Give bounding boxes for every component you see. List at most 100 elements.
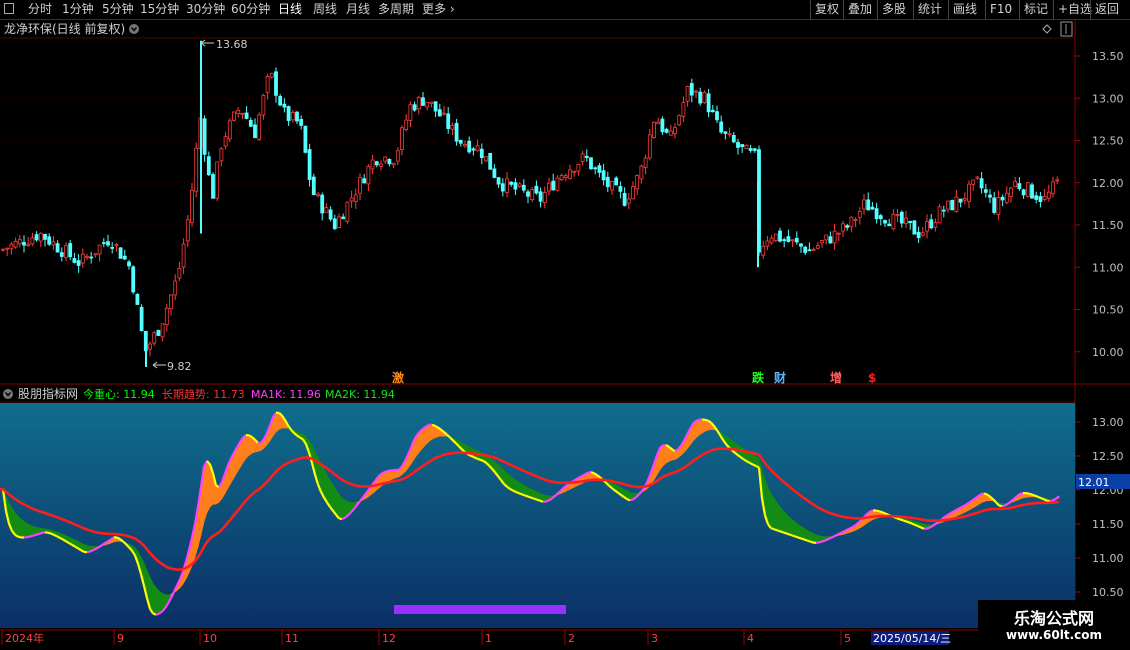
ma1k-segment (95, 546, 100, 550)
candle-body (538, 191, 543, 202)
candle-body (769, 237, 774, 244)
ma1k-segment (92, 547, 97, 552)
ma1k-segment (839, 530, 844, 535)
candle-body (727, 133, 732, 136)
indicator-band-segment (872, 510, 877, 520)
candle-body (1004, 192, 1009, 203)
indicator-band-segment (158, 590, 163, 615)
candle-body (9, 243, 14, 250)
indicator-band-segment (773, 497, 778, 531)
candle-body (643, 157, 648, 168)
ma1k-segment (479, 458, 484, 462)
legend-item: 今重心: 11.94 (83, 387, 155, 401)
candle-body (820, 240, 824, 244)
time-tick-label: 3 (651, 632, 658, 645)
ma1k-segment (794, 535, 799, 539)
candle-body (891, 213, 896, 230)
ma1k-segment (845, 527, 850, 532)
candle-body (416, 97, 421, 110)
candle-body (122, 255, 127, 260)
ma1k-segment (929, 524, 934, 529)
indicator-band-segment (797, 523, 802, 539)
ma1k-segment (431, 423, 436, 427)
candle-body (706, 93, 711, 113)
legend-item: 长期趋势: 11.73 (162, 388, 245, 401)
indicator-band-segment (698, 419, 703, 436)
candle-body (836, 232, 841, 235)
ma1k-segment (881, 511, 886, 515)
candle-body (299, 119, 304, 126)
ma1k-segment (959, 505, 964, 510)
candle-body (702, 92, 707, 104)
ma1k-segment (947, 512, 952, 516)
candle-body (442, 112, 446, 115)
candle-body (450, 124, 455, 130)
candle-body (253, 124, 257, 139)
candle-body (887, 223, 892, 227)
indicator-band-segment (392, 469, 397, 480)
candle-body (479, 148, 484, 158)
candle-body (647, 134, 652, 159)
candle-body (710, 109, 715, 113)
indicator-dropdown-icon[interactable] (3, 389, 13, 399)
ma1k-segment (248, 434, 253, 439)
candle-body (68, 243, 73, 258)
candle-body (509, 181, 514, 185)
candle-body (660, 118, 665, 133)
ma1k-segment (1043, 498, 1048, 502)
candle-body (513, 182, 518, 190)
ma1k-segment (593, 472, 598, 476)
candle-body (240, 112, 245, 115)
candle-body (59, 252, 64, 257)
ma1k-segment (89, 549, 94, 553)
logo-title: 乐淘公式网 (1013, 609, 1094, 628)
candle-body (337, 216, 341, 228)
candle-body (5, 247, 10, 250)
candle-body (89, 256, 94, 259)
price-tick-label: 13.50 (1092, 50, 1124, 63)
title-dropdown-icon[interactable] (129, 24, 139, 34)
candle-body (559, 174, 564, 181)
candle-body (332, 218, 337, 230)
ma1k-segment (704, 418, 709, 422)
low-label: 9.82 (167, 360, 192, 373)
indicator-band-segment (257, 442, 262, 452)
candle-body (605, 176, 610, 188)
candle-body (127, 261, 131, 267)
candle-body (328, 209, 333, 220)
indicator-tick-label: 10.50 (1092, 586, 1124, 599)
ma1k-segment (527, 495, 532, 499)
ma1k-segment (65, 540, 70, 545)
candle-body (681, 102, 686, 117)
ma1k-segment (470, 454, 475, 459)
candle-body (694, 90, 698, 93)
candle-body (219, 148, 224, 162)
high-label: 13.68 (216, 38, 248, 51)
candle-body (181, 243, 186, 268)
candle-body (492, 168, 497, 178)
ma1k-segment (695, 418, 700, 422)
ma1k-segment (1004, 502, 1009, 507)
ma1k-segment (29, 534, 34, 538)
candle-body (76, 260, 81, 266)
indicator-tick-label: 11.50 (1092, 518, 1124, 531)
candle-body (975, 176, 980, 179)
candle-body (576, 164, 581, 172)
candle-body (425, 101, 430, 108)
time-tick-label: 4 (747, 632, 754, 645)
ma1k-segment (851, 524, 856, 529)
candle-body (437, 109, 442, 117)
candle-body (719, 121, 724, 133)
candle-body (883, 220, 887, 224)
ma1k-segment (926, 526, 931, 530)
candle-body (845, 225, 850, 228)
price-tick-label: 10.50 (1092, 304, 1124, 317)
candle-body (202, 118, 207, 155)
candle-body (1055, 179, 1060, 182)
candle-body (639, 165, 644, 180)
indicator-band-segment (386, 470, 391, 483)
candle-body (584, 155, 589, 159)
candle-body (589, 157, 593, 170)
candle-body (614, 177, 619, 186)
candle-body (106, 241, 110, 246)
